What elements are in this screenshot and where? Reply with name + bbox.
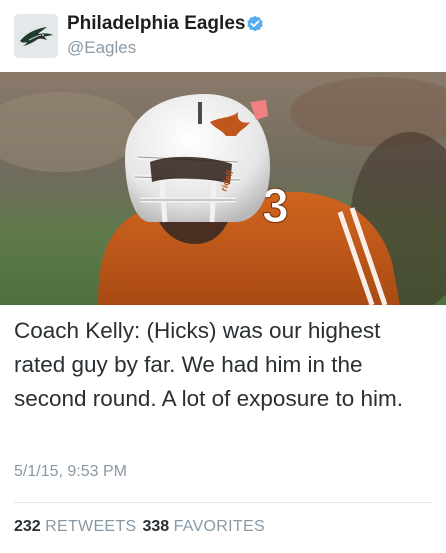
account-name[interactable]: Philadelphia Eagles	[67, 13, 245, 35]
verified-badge-icon	[247, 15, 263, 32]
favorites-count: 338	[142, 518, 170, 535]
divider	[14, 502, 432, 503]
account-handle[interactable]: @Eagles	[67, 38, 136, 58]
retweets-stat[interactable]: 232 RETWEETS	[14, 518, 136, 535]
favorites-stat[interactable]: 338 FAVORITES	[142, 518, 264, 535]
tweet-photo[interactable]: 3 ridell	[0, 72, 446, 305]
tweet-text: Coach Kelly: (Hicks) was our highest rat…	[14, 318, 403, 411]
retweets-count: 232	[14, 518, 41, 535]
tweet-timestamp[interactable]: 5/1/15, 9:53 PM	[14, 463, 127, 481]
favorites-label: FAVORITES	[173, 518, 265, 535]
tweet-stats: 232 RETWEETS 338 FAVORITES	[14, 518, 265, 536]
retweets-label: RETWEETS	[45, 518, 137, 535]
tweet-header: Philadelphia Eagles @Eagles	[0, 0, 446, 72]
eagles-logo-icon[interactable]	[14, 14, 58, 58]
